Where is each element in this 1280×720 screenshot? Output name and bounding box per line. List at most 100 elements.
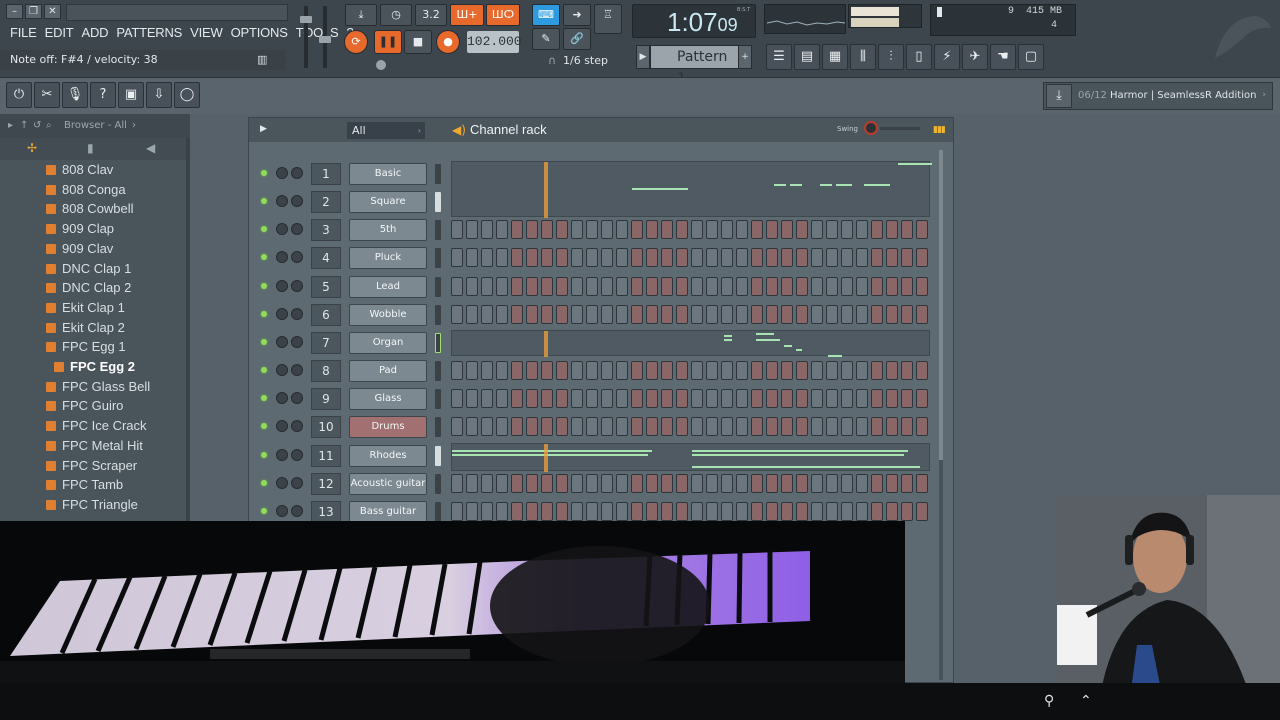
step-button[interactable] <box>496 389 508 409</box>
step-button[interactable] <box>871 473 883 493</box>
channel-volume-knob[interactable] <box>291 223 303 236</box>
step-button[interactable] <box>526 361 538 381</box>
step-button[interactable] <box>646 501 658 521</box>
chat-button[interactable]: ◯ <box>174 82 200 108</box>
step-button[interactable] <box>676 501 688 521</box>
step-button[interactable] <box>841 304 853 324</box>
step-button[interactable] <box>781 220 793 240</box>
step-button[interactable] <box>496 473 508 493</box>
step-button[interactable] <box>751 220 763 240</box>
step-button[interactable] <box>601 304 613 324</box>
step-button[interactable] <box>541 417 553 437</box>
step-button[interactable] <box>841 473 853 493</box>
step-button[interactable] <box>676 276 688 296</box>
channel-filter-select[interactable]: All › <box>347 122 425 139</box>
channel-name-button[interactable]: Lead <box>349 275 427 298</box>
stop-button[interactable]: ■ <box>404 30 432 54</box>
step-button[interactable] <box>466 304 478 324</box>
rack-scrollbar[interactable] <box>939 150 943 680</box>
step-button[interactable] <box>616 220 628 240</box>
step-button[interactable] <box>856 389 868 409</box>
step-button[interactable] <box>766 248 778 268</box>
step-button[interactable] <box>841 501 853 521</box>
step-button[interactable] <box>781 248 793 268</box>
step-button[interactable] <box>616 501 628 521</box>
step-button[interactable] <box>556 361 568 381</box>
step-button[interactable] <box>691 473 703 493</box>
step-button[interactable] <box>541 361 553 381</box>
step-button[interactable] <box>721 389 733 409</box>
step-button[interactable] <box>496 248 508 268</box>
step-button[interactable] <box>826 276 838 296</box>
step-button[interactable] <box>511 304 523 324</box>
step-button[interactable] <box>766 276 778 296</box>
channel-volume-knob[interactable] <box>291 420 303 433</box>
step-button[interactable] <box>511 389 523 409</box>
step-button[interactable] <box>691 361 703 381</box>
channel-mute-led[interactable] <box>261 310 267 317</box>
step-button[interactable] <box>796 361 808 381</box>
step-button[interactable] <box>916 389 928 409</box>
step-button[interactable] <box>706 276 718 296</box>
step-button[interactable] <box>466 220 478 240</box>
step-button[interactable] <box>571 276 583 296</box>
channel-select-indicator[interactable] <box>435 248 441 269</box>
step-button[interactable] <box>586 248 598 268</box>
step-button[interactable] <box>721 248 733 268</box>
channel-name-button[interactable]: Rhodes <box>349 444 427 467</box>
record-audio-button[interactable]: 🎙 <box>62 82 88 108</box>
step-button[interactable] <box>781 361 793 381</box>
menu-options[interactable]: OPTIONS <box>227 25 292 40</box>
step-button[interactable] <box>751 304 763 324</box>
step-button[interactable] <box>766 417 778 437</box>
step-button[interactable] <box>826 389 838 409</box>
step-button[interactable] <box>541 473 553 493</box>
step-button[interactable] <box>811 276 823 296</box>
channel-select-indicator[interactable] <box>435 361 441 382</box>
step-button[interactable] <box>751 473 763 493</box>
step-button[interactable] <box>616 361 628 381</box>
step-button[interactable] <box>511 473 523 493</box>
step-button[interactable] <box>871 276 883 296</box>
step-button[interactable] <box>541 501 553 521</box>
master-volume-knob[interactable] <box>300 16 312 23</box>
channel-mixer-track[interactable]: 9 <box>311 388 341 411</box>
step-button[interactable] <box>661 389 673 409</box>
typing-keyboard-button[interactable]: ⌨ <box>532 4 560 26</box>
pattern-prev-button[interactable]: ▶ <box>636 45 650 69</box>
step-button[interactable] <box>916 220 928 240</box>
channel-name-button[interactable]: Square <box>349 191 427 214</box>
step-button[interactable] <box>676 361 688 381</box>
channel-pan-knob[interactable] <box>276 223 288 236</box>
step-button[interactable] <box>601 248 613 268</box>
step-button[interactable] <box>721 501 733 521</box>
download-button[interactable]: ⤓ <box>1046 84 1072 108</box>
step-button[interactable] <box>496 220 508 240</box>
channel-pan-knob[interactable] <box>276 335 288 348</box>
channel-row[interactable]: 10 Drums <box>249 413 953 441</box>
step-button[interactable] <box>706 389 718 409</box>
step-button[interactable] <box>556 417 568 437</box>
step-button[interactable] <box>466 417 478 437</box>
save-button[interactable]: ▣ <box>118 82 144 108</box>
step-button[interactable] <box>706 248 718 268</box>
step-button[interactable] <box>541 276 553 296</box>
browser-item[interactable]: 808 Conga <box>46 182 126 202</box>
channel-row[interactable]: 4 Pluck <box>249 244 953 272</box>
browser-item[interactable]: DNC Clap 1 <box>46 261 131 281</box>
channel-select-indicator[interactable] <box>435 164 441 184</box>
restore-button[interactable]: ❐ <box>25 4 42 19</box>
step-button[interactable] <box>856 473 868 493</box>
step-button[interactable] <box>661 248 673 268</box>
step-button[interactable] <box>646 276 658 296</box>
master-pitch-mini-knob[interactable] <box>376 60 386 70</box>
step-button[interactable] <box>571 417 583 437</box>
channel-pan-knob[interactable] <box>276 279 288 292</box>
step-button[interactable] <box>856 361 868 381</box>
step-button[interactable] <box>466 248 478 268</box>
step-button[interactable] <box>661 501 673 521</box>
step-button[interactable] <box>451 389 463 409</box>
step-button[interactable] <box>511 361 523 381</box>
step-button[interactable] <box>481 473 493 493</box>
step-button[interactable] <box>616 417 628 437</box>
